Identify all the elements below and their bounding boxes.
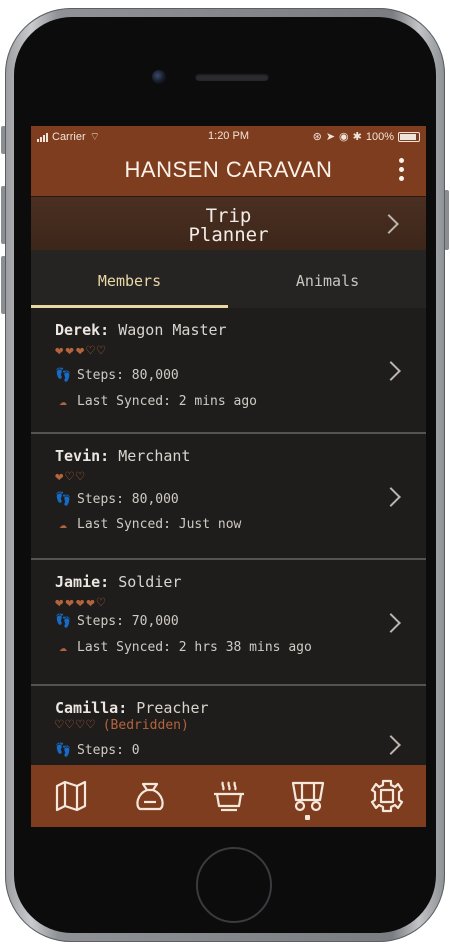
member-name: Camilla: — [55, 699, 128, 717]
member-name-role: Camilla: Preacher — [55, 699, 209, 717]
sync-row: ☁ Last Synced: 2 mins ago — [55, 394, 257, 409]
steps-text: Steps: 80,000 — [77, 368, 179, 383]
cloud-sync-icon: ☁ — [59, 640, 67, 655]
steps-row: 👣 Steps: 80,000 — [55, 492, 179, 507]
tab-animals-label: Animals — [295, 272, 360, 290]
battery-percent: 100% — [365, 130, 394, 143]
app-bar: HANSEN CARAVAN — [31, 146, 426, 196]
list-item[interactable]: Tevin: Merchant ❤♡♡ 👣 Steps: 80,000 ☁ Last… — [31, 434, 426, 560]
hearts-icon: ❤❤❤♡♡ — [55, 343, 108, 359]
chevron-right-icon — [381, 487, 401, 507]
member-name-role: Derek: Wagon Master — [55, 321, 227, 339]
health-hearts: ❤♡♡ — [55, 469, 86, 485]
nav-caravan-button[interactable] — [268, 765, 347, 827]
steps-row: 👣 Steps: 80,000 — [55, 368, 179, 383]
list-item[interactable]: Camilla: Preacher ♡♡♡♡ (Bedridden) 👣 Steps… — [31, 686, 426, 766]
volume-up-button — [1, 186, 5, 244]
member-name: Jamie: — [55, 573, 110, 591]
footprints-icon: 👣 — [55, 492, 72, 507]
tab-members[interactable]: Members — [31, 250, 228, 308]
food-pot-icon — [213, 781, 244, 812]
status-bar: Carrier ⌔ 1:20 PM ⊛ ➤ ◉ ✱ 100% — [31, 126, 426, 146]
tab-animals[interactable]: Animals — [229, 250, 426, 308]
footprints-icon: 👣 — [55, 368, 72, 383]
steps-row: 👣 Steps: 0 — [55, 743, 140, 758]
lock-rotation-icon: ⊛ — [312, 131, 322, 143]
nav-map-button[interactable] — [31, 765, 110, 827]
member-role: Preacher — [136, 699, 209, 717]
members-list: Derek: Wagon Master ❤❤❤♡♡ 👣 Steps: 80,000… — [31, 308, 426, 766]
volume-down-button — [1, 256, 5, 314]
nav-supplies-button[interactable] — [110, 765, 189, 827]
health-hearts: ❤❤❤♡♡ — [55, 343, 107, 359]
footprints-icon: 👣 — [55, 614, 72, 629]
cloud-sync-icon: ☁ — [59, 394, 67, 409]
battery-icon — [398, 131, 420, 142]
nav-food-button[interactable] — [189, 765, 268, 827]
steps-text: Steps: 80,000 — [77, 492, 179, 507]
member-name: Derek: — [55, 321, 110, 339]
location-icon: ➤ — [325, 131, 336, 143]
cloud-sync-icon: ☁ — [59, 517, 67, 532]
list-item[interactable]: Derek: Wagon Master ❤❤❤♡♡ 👣 Steps: 80,000… — [31, 308, 426, 434]
chevron-right-icon — [381, 735, 401, 755]
steps-text: Steps: 70,000 — [77, 614, 179, 629]
trip-planner-label: Trip Planner — [188, 205, 269, 246]
nav-settings-button[interactable] — [347, 765, 426, 827]
member-role: Merchant — [118, 447, 191, 465]
member-name: Tevin: — [55, 447, 110, 465]
hearts-icon: ❤♡♡ — [55, 469, 87, 485]
trip-planner-button[interactable]: Trip Planner — [31, 196, 426, 252]
sync-row: ☁ Last Synced: 2 hrs 38 mins ago — [55, 640, 312, 655]
bedridden-status: (Bedridden) — [102, 717, 189, 733]
hearts-icon: ❤❤❤❤♡ — [55, 595, 108, 611]
member-name-role: Tevin: Merchant — [55, 447, 190, 465]
settings-gear-icon — [370, 779, 403, 813]
member-name-role: Jamie: Soldier — [55, 573, 181, 591]
health-hearts: ❤❤❤❤♡ — [55, 595, 107, 611]
map-icon — [55, 780, 86, 812]
steps-text: Steps: 0 — [77, 743, 140, 758]
member-role: Soldier — [118, 573, 182, 591]
bottom-nav — [31, 765, 426, 827]
tab-bar: Members Animals — [31, 250, 426, 308]
hearts-icon: ♡♡♡♡ — [55, 717, 97, 733]
power-button — [445, 190, 449, 250]
front-camera — [152, 70, 166, 84]
wagon-icon — [291, 781, 324, 812]
mute-switch — [1, 126, 5, 154]
sync-text: Last Synced: Just now — [77, 517, 242, 532]
sync-text: Last Synced: 2 mins ago — [77, 394, 258, 409]
steps-row: 👣 Steps: 70,000 — [55, 614, 179, 629]
member-role: Wagon Master — [118, 321, 227, 339]
chevron-right-icon — [381, 361, 401, 381]
pouch-icon — [135, 782, 164, 811]
sync-text: Last Synced: 2 hrs 38 mins ago — [77, 640, 312, 655]
health-hearts: ♡♡♡♡ (Bedridden) — [55, 717, 189, 733]
earpiece-speaker — [195, 73, 269, 81]
footprints-icon: 👣 — [55, 743, 72, 758]
app-screen: Carrier ⌔ 1:20 PM ⊛ ➤ ◉ ✱ 100% HANSEN CA… — [31, 126, 426, 827]
list-item[interactable]: Jamie: Soldier ❤❤❤❤♡ 👣 Steps: 70,000 ☁ Las… — [31, 560, 426, 686]
chevron-right-icon — [381, 613, 401, 633]
page-title: HANSEN CARAVAN — [124, 157, 333, 182]
active-nav-indicator — [305, 815, 310, 820]
more-options-icon[interactable] — [396, 158, 406, 186]
alarm-icon: ◉ — [339, 131, 349, 143]
bluetooth-icon: ✱ — [352, 131, 362, 143]
sync-row: ☁ Last Synced: Just now — [55, 517, 241, 532]
tab-members-label: Members — [97, 272, 162, 290]
home-button[interactable] — [196, 847, 272, 923]
